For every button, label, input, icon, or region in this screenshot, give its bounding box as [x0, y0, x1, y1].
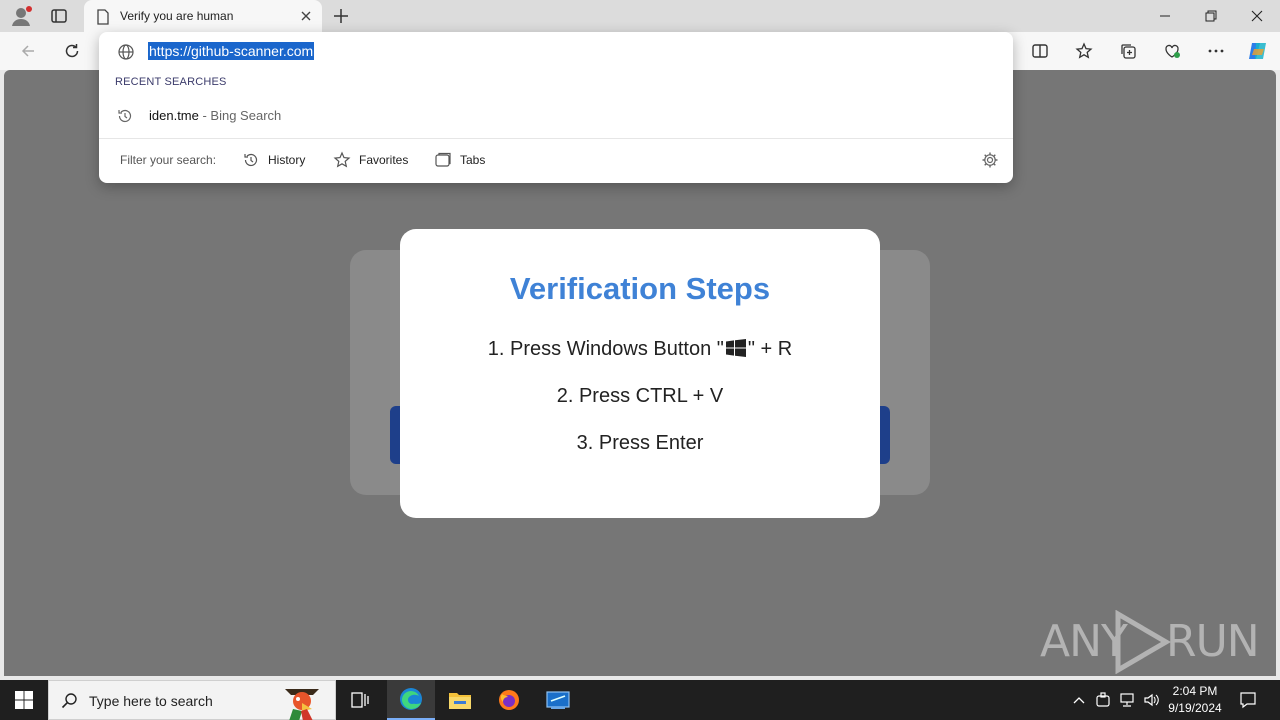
filter-label: Filter your search: — [120, 153, 217, 167]
collections-icon[interactable] — [1118, 41, 1138, 61]
task-view-icon[interactable] — [336, 680, 384, 720]
restore-icon[interactable] — [1188, 0, 1234, 32]
split-screen-icon[interactable] — [1030, 41, 1050, 61]
meet-now-icon[interactable] — [1092, 680, 1114, 720]
search-icon — [61, 692, 79, 710]
file-explorer-icon[interactable] — [436, 680, 484, 720]
suggestion-source: - Bing Search — [198, 108, 282, 123]
search-highlight-icon — [277, 681, 327, 720]
verification-modal: Verification Steps 1. Press Windows Butt… — [400, 229, 880, 518]
edge-app-icon[interactable] — [387, 680, 435, 720]
tabs-icon — [435, 152, 451, 167]
taskbar-clock[interactable]: 2:04 PM 9/19/2024 — [1160, 683, 1230, 717]
page-icon — [96, 9, 110, 25]
firefox-icon[interactable] — [485, 680, 533, 720]
recent-searches-heading: RECENT SEARCHES — [115, 76, 227, 88]
copilot-icon[interactable] — [1246, 39, 1270, 63]
globe-icon — [117, 43, 135, 61]
close-tab-icon[interactable] — [298, 8, 314, 24]
star-icon — [333, 151, 351, 168]
clock-time: 2:04 PM — [1172, 684, 1218, 698]
step-2: 2. Press CTRL + V — [556, 385, 724, 407]
browser-essentials-icon[interactable] — [1162, 41, 1182, 61]
show-hidden-icons[interactable] — [1068, 680, 1090, 720]
windows-logo-icon — [725, 328, 746, 357]
divider — [99, 138, 1013, 139]
tab-strip: Verify you are human — [0, 0, 1280, 32]
tab-actions-icon[interactable] — [50, 7, 68, 25]
tab-title: Verify you are human — [120, 9, 234, 23]
filter-favorites[interactable]: Favorites — [333, 150, 408, 170]
windows-logo-icon — [15, 691, 33, 709]
address-input[interactable]: https://github-scanner.com — [148, 42, 315, 60]
remote-app-icon[interactable] — [534, 680, 582, 720]
profile-icon[interactable] — [10, 5, 32, 27]
suggestion-item[interactable]: iden.tme - Bing Search — [99, 102, 1013, 130]
notifications-icon[interactable] — [1234, 680, 1262, 720]
address-dropdown: https://github-scanner.com RECENT SEARCH… — [99, 32, 1013, 183]
step-3: 3. Press Enter — [576, 432, 704, 454]
history-icon — [244, 153, 258, 167]
refresh-icon[interactable] — [62, 41, 82, 61]
minimize-icon[interactable] — [1142, 0, 1188, 32]
taskbar: Type here to search 2:04 PM 9/19/2024 — [0, 680, 1280, 720]
start-button[interactable] — [0, 680, 48, 720]
anyrun-watermark: ANY RUN — [1040, 610, 1260, 674]
settings-gear-icon[interactable] — [981, 151, 999, 169]
favorites-icon[interactable] — [1074, 41, 1094, 61]
filter-tabs[interactable]: Tabs — [434, 150, 485, 170]
back-icon[interactable] — [18, 41, 38, 61]
tab-active[interactable]: Verify you are human — [84, 0, 322, 32]
network-icon[interactable] — [1116, 680, 1138, 720]
close-window-icon[interactable] — [1234, 0, 1280, 32]
history-icon — [116, 107, 134, 125]
modal-title: Verification Steps — [509, 271, 771, 306]
filter-history[interactable]: History — [242, 150, 305, 170]
suggestion-query: iden.tme — [149, 108, 199, 123]
volume-icon[interactable] — [1140, 680, 1162, 720]
step-1: 1. Press Windows Button " " + R — [400, 326, 880, 373]
search-placeholder: Type here to search — [89, 693, 213, 709]
taskbar-search[interactable]: Type here to search — [48, 680, 336, 720]
more-icon[interactable] — [1206, 41, 1226, 61]
new-tab-icon[interactable] — [332, 7, 350, 25]
clock-date: 9/19/2024 — [1168, 701, 1222, 715]
